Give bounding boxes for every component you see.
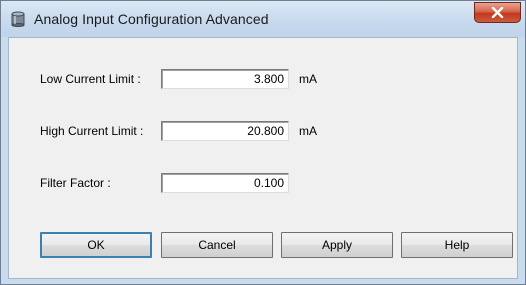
high-current-limit-unit: mA <box>299 124 317 138</box>
cancel-button[interactable]: Cancel <box>161 232 273 258</box>
apply-button[interactable]: Apply <box>281 232 393 258</box>
database-cylinder-icon <box>11 11 25 27</box>
dialog-window: Analog Input Configuration Advanced Low … <box>0 0 526 285</box>
low-current-limit-unit: mA <box>299 72 317 86</box>
low-current-limit-label: Low Current Limit : <box>40 72 141 86</box>
filter-factor-input[interactable]: 0.100 <box>161 173 289 193</box>
high-current-limit-input[interactable]: 20.800 <box>161 121 289 141</box>
window-title: Analog Input Configuration Advanced <box>34 11 269 27</box>
high-current-limit-label: High Current Limit : <box>40 124 144 138</box>
low-current-limit-input[interactable]: 3.800 <box>161 69 289 89</box>
help-button[interactable]: Help <box>401 232 513 258</box>
title-bar[interactable]: Analog Input Configuration Advanced <box>1 1 525 37</box>
ok-button[interactable]: OK <box>40 232 152 258</box>
filter-factor-label: Filter Factor : <box>40 176 111 190</box>
close-button[interactable] <box>474 2 521 23</box>
dialog-body: Low Current Limit : 3.800 mA High Curren… <box>8 37 518 279</box>
